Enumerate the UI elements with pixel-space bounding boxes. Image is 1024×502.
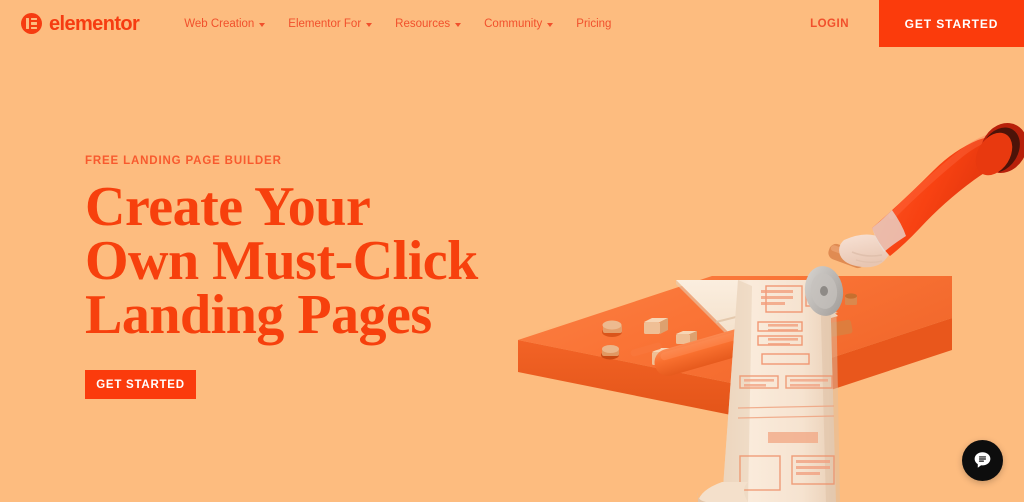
landing-page: elementor Web Creation Elementor For Res… <box>0 0 1024 502</box>
chat-bubble-icon <box>974 452 991 468</box>
nav-item-web-creation[interactable]: Web Creation <box>184 17 266 30</box>
nav-label: Resources <box>395 17 451 30</box>
login-link[interactable]: LOGIN <box>810 18 849 30</box>
chat-widget-button[interactable] <box>962 440 1003 481</box>
nav-label: Web Creation <box>184 17 255 30</box>
chevron-down-icon <box>455 22 462 27</box>
hero-eyebrow: FREE LANDING PAGE BUILDER <box>85 155 282 167</box>
chevron-down-icon <box>366 22 373 27</box>
nav-label: Pricing <box>576 17 612 30</box>
primary-nav: Web Creation Elementor For Resources Com… <box>184 18 611 30</box>
logo-wordmark: elementor <box>49 12 140 35</box>
elementor-logo-icon <box>21 13 42 34</box>
navbar-get-started-button[interactable]: GET STARTED <box>879 0 1024 47</box>
headline-line-1: Create Your <box>85 176 371 238</box>
page-title: Create Your Own Must-Click Landing Pages <box>85 176 555 346</box>
headline-line-2: Own Must-Click <box>85 229 478 292</box>
nav-label: Community <box>484 17 543 30</box>
nav-item-elementor-for[interactable]: Elementor For <box>288 17 373 30</box>
nav-item-pricing[interactable]: Pricing <box>576 18 611 30</box>
hero-section: FREE LANDING PAGE BUILDER Create Your Ow… <box>85 155 555 400</box>
baking-workspace-illustration <box>510 123 1024 502</box>
elementor-logo[interactable]: elementor <box>21 12 140 35</box>
chevron-down-icon <box>259 22 266 27</box>
hero-get-started-button[interactable]: GET STARTED <box>85 370 196 400</box>
headline-line-3: Landing Pages <box>85 283 432 346</box>
navbar-actions: LOGIN GET STARTED <box>810 0 1024 47</box>
nav-item-community[interactable]: Community <box>484 17 554 30</box>
hero-illustration <box>500 100 1024 502</box>
nav-item-resources[interactable]: Resources <box>395 17 462 30</box>
nav-label: Elementor For <box>288 17 362 30</box>
main-navbar: elementor Web Creation Elementor For Res… <box>0 0 1024 47</box>
chevron-down-icon <box>547 22 554 27</box>
